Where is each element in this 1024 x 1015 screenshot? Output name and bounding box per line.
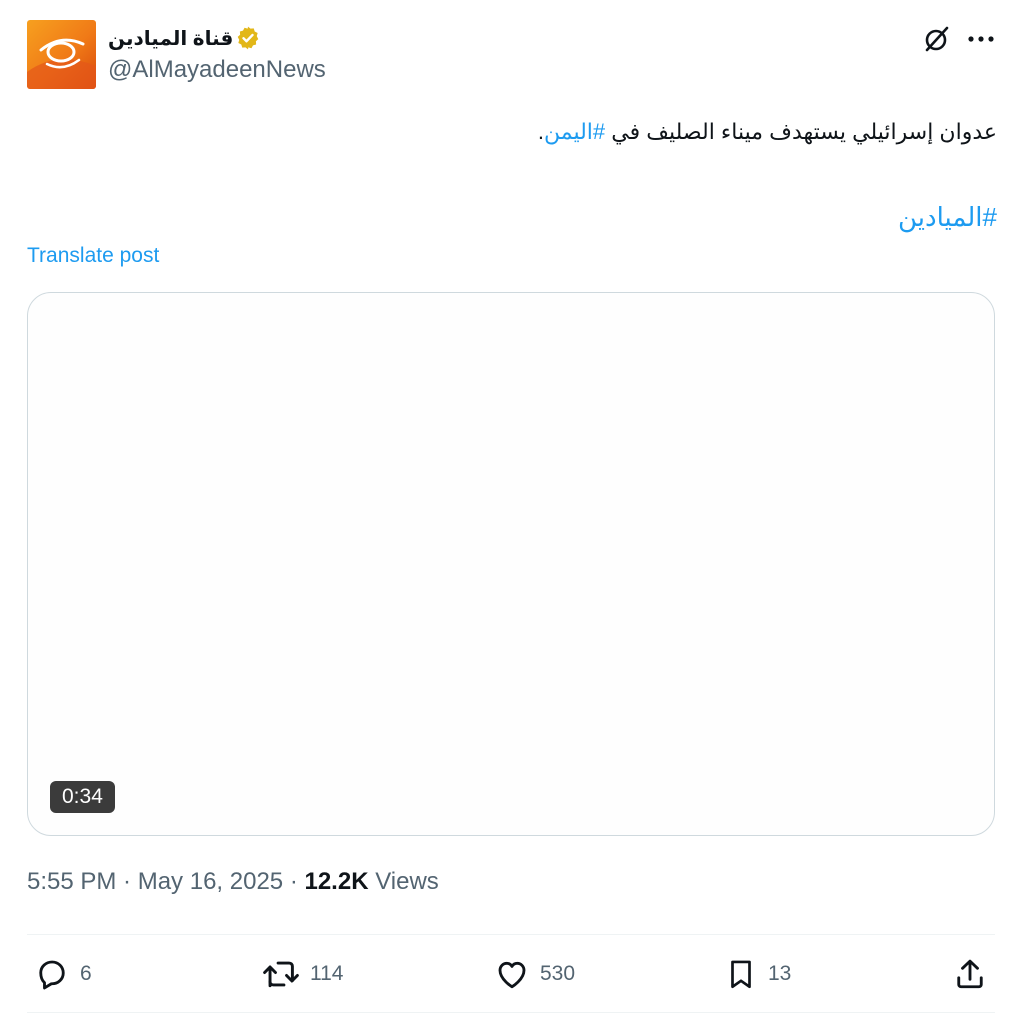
- reply-count: 6: [80, 962, 92, 985]
- retweet-button[interactable]: 114: [262, 954, 343, 994]
- post-text-line: عدوان إسرائيلي يستهدف ميناء الصليف في #ا…: [538, 119, 997, 145]
- video-player[interactable]: 0:34: [27, 292, 995, 836]
- more-horizontal-icon: [968, 36, 994, 42]
- display-name[interactable]: قناة الميادين: [108, 22, 261, 54]
- separator: ·: [116, 868, 138, 895]
- al-mayadeen-logo: [27, 20, 96, 89]
- post-time[interactable]: 5:55 PM: [27, 868, 116, 895]
- share-upload-icon: [957, 959, 983, 989]
- grok-icon: [925, 26, 949, 52]
- translate-post-link[interactable]: Translate post: [27, 244, 159, 268]
- bookmark-button[interactable]: 13: [724, 954, 791, 994]
- views-count: 12.2K: [304, 868, 369, 895]
- post-meta: 5:55 PM · May 16, 2025 · 12.2K Views: [27, 868, 439, 896]
- retweet-count: 114: [310, 962, 344, 985]
- reply-button[interactable]: 6: [34, 954, 92, 994]
- post-text: عدوان إسرائيلي يستهدف ميناء الصليف في: [605, 119, 997, 144]
- hashtag-link[interactable]: #اليمن: [544, 119, 605, 144]
- grok-button[interactable]: [918, 22, 954, 56]
- divider: [27, 1012, 995, 1013]
- avatar[interactable]: [27, 20, 96, 89]
- more-button[interactable]: [962, 22, 1000, 56]
- reply-icon: [39, 960, 65, 990]
- display-name-text: قناة الميادين: [108, 27, 234, 50]
- hashtag-link[interactable]: #الميادين: [898, 202, 997, 232]
- like-count: 530: [540, 962, 576, 985]
- post-date[interactable]: May 16, 2025: [138, 868, 283, 895]
- post-hashtag-line: #الميادين: [898, 202, 997, 233]
- share-button[interactable]: [952, 954, 988, 994]
- handle[interactable]: @AlMayadeenNews: [108, 56, 326, 84]
- retweet-icon: [263, 961, 299, 988]
- heart-icon: [498, 961, 526, 989]
- like-button[interactable]: 530: [494, 954, 575, 994]
- video-duration-badge: 0:34: [50, 781, 115, 813]
- divider: [27, 934, 995, 935]
- views-label: Views: [368, 868, 439, 895]
- separator: ·: [283, 868, 305, 895]
- bookmark-count: 13: [768, 962, 792, 985]
- bookmark-icon: [731, 960, 751, 989]
- verified-badge-icon: [235, 25, 261, 51]
